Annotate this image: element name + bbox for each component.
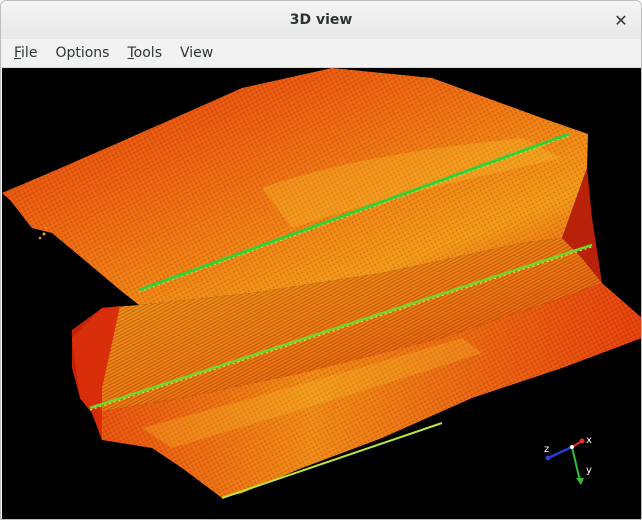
menu-tools[interactable]: Tools [118,39,171,67]
app-window: 3D view ✕ File Options Tools View x z y [0,0,642,520]
axis-z-label: z [544,444,549,455]
menu-file-mnemonic: F [14,45,22,61]
menu-tools-label: ools [133,45,162,61]
menu-file[interactable]: File [5,39,46,67]
title-bar[interactable]: 3D view ✕ [1,1,641,39]
menu-options[interactable]: Options [46,39,118,67]
menu-bar: File Options Tools View [1,39,641,68]
menu-view[interactable]: View [171,39,222,67]
menu-options-label: Options [55,45,110,61]
axis-gizmo: x z y [544,435,592,485]
menu-file-label: ile [21,45,38,61]
menu-view-label: View [180,45,214,61]
axis-x-label: x [586,435,592,446]
3d-viewport[interactable]: x z y [2,68,641,519]
axis-y-label: y [586,465,592,476]
window-title: 3D view [289,12,353,28]
close-icon[interactable]: ✕ [611,10,631,30]
